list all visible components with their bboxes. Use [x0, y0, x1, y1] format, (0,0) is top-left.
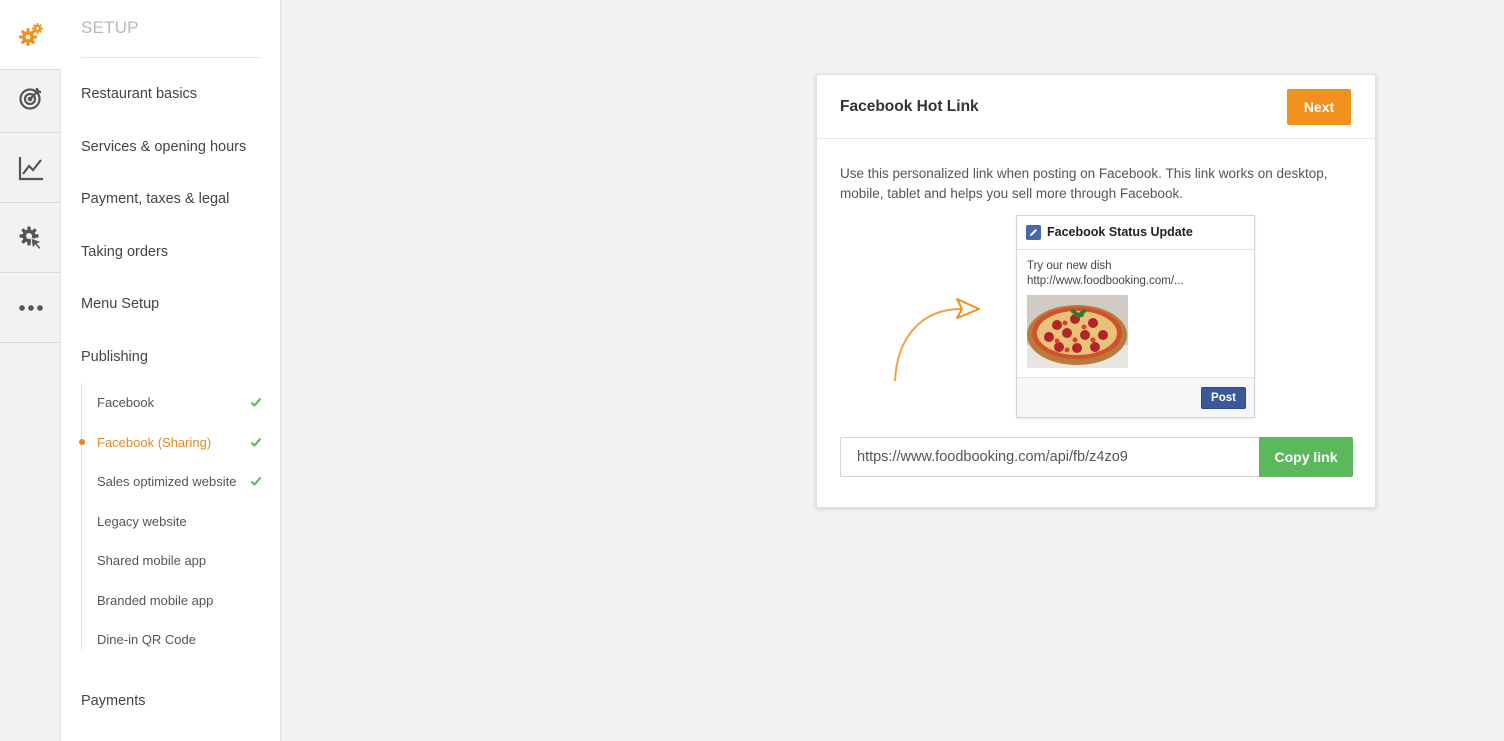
sidebar-item-services-hours[interactable]: Services & opening hours: [81, 139, 246, 155]
pencil-icon: [1026, 225, 1041, 240]
next-button[interactable]: Next: [1287, 89, 1351, 125]
sidebar-item-restaurant-basics[interactable]: Restaurant basics: [81, 86, 197, 102]
check-icon: [250, 437, 262, 447]
subnav-item-facebook-sharing[interactable]: Facebook (Sharing): [97, 435, 211, 450]
icon-rail: [0, 0, 61, 741]
rail-reports[interactable]: [0, 133, 61, 203]
fb-preview-line1: Try our new dish: [1027, 260, 1112, 272]
fb-preview-text: Try our new dish http://www.foodbooking.…: [1027, 259, 1184, 289]
facebook-hot-link-card: Facebook Hot Link Next Use this personal…: [816, 74, 1376, 508]
subnav-item-shared-app[interactable]: Shared mobile app: [97, 553, 206, 568]
curved-arrow-icon: [894, 298, 980, 382]
facebook-post-preview: Facebook Status Update Try our new dish …: [1016, 215, 1255, 418]
card-header: Facebook Hot Link Next: [817, 75, 1375, 139]
gears-icon: [18, 22, 44, 48]
rail-setup[interactable]: [0, 0, 61, 70]
check-icon: [250, 476, 262, 486]
active-indicator-dot: [79, 439, 85, 445]
fb-preview-title: Facebook Status Update: [1047, 225, 1193, 239]
fb-preview-line2: http://www.foodbooking.com/...: [1027, 275, 1184, 287]
sidebar-title: SETUP: [81, 18, 139, 37]
fb-preview-header: Facebook Status Update: [1017, 216, 1254, 250]
rail-more[interactable]: [0, 273, 61, 343]
subnav-line: [81, 383, 82, 651]
card-description: Use this personalized link when posting …: [840, 166, 1328, 201]
subnav-item-dine-in-qr[interactable]: Dine-in QR Code: [97, 632, 196, 647]
sidebar-item-publishing[interactable]: Publishing: [81, 349, 148, 365]
check-icon: [250, 397, 262, 407]
divider: [81, 57, 261, 58]
pizza-image: [1027, 295, 1128, 368]
fb-preview-footer: Post: [1017, 377, 1254, 417]
chart-icon: [18, 155, 44, 181]
subnav-item-legacy-website[interactable]: Legacy website: [97, 514, 187, 529]
subnav-item-facebook[interactable]: Facebook: [97, 395, 154, 410]
sidebar-item-taking-orders[interactable]: Taking orders: [81, 244, 168, 260]
sidebar-item-payment-taxes[interactable]: Payment, taxes & legal: [81, 191, 229, 207]
more-icon: [18, 304, 44, 312]
card-title: Facebook Hot Link: [840, 98, 979, 115]
hot-link-field[interactable]: [840, 437, 1259, 477]
setup-sidebar: SETUP Restaurant basics Services & openi…: [61, 0, 281, 741]
copy-link-button[interactable]: Copy link: [1259, 437, 1353, 477]
subnav-item-branded-app[interactable]: Branded mobile app: [97, 593, 213, 608]
sidebar-item-payments[interactable]: Payments: [81, 693, 145, 709]
rail-marketing[interactable]: [0, 63, 61, 133]
cursor-gear-icon: [18, 225, 44, 251]
subnav-item-sales-website[interactable]: Sales optimized website: [97, 474, 236, 489]
post-button[interactable]: Post: [1201, 387, 1246, 409]
sidebar-item-menu-setup[interactable]: Menu Setup: [81, 296, 159, 312]
rail-tools[interactable]: [0, 203, 61, 273]
target-icon: [18, 85, 44, 111]
